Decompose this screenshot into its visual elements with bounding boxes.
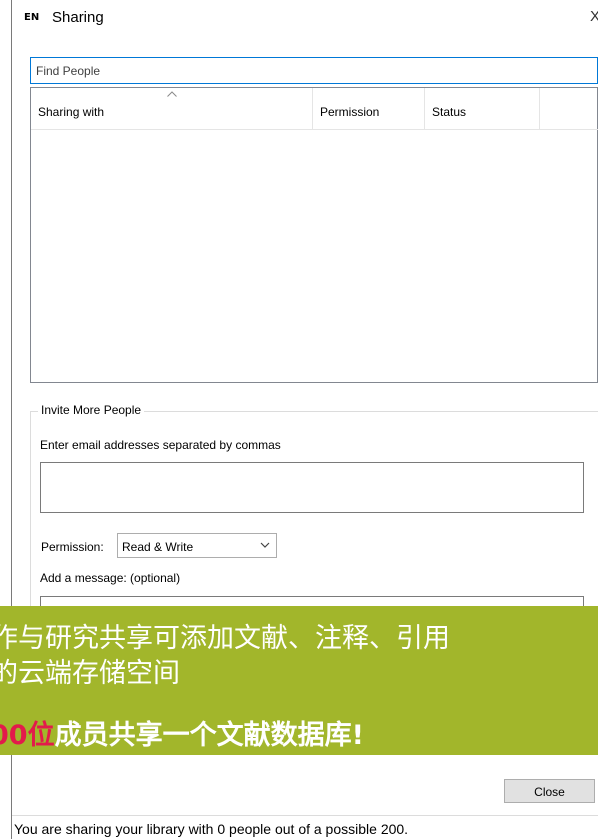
banner-line-1: 作与研究共享可添加文献、注释、引用 bbox=[0, 623, 450, 654]
message-label: Add a message: (optional) bbox=[40, 571, 181, 585]
invite-group-title: Invite More People bbox=[38, 403, 145, 417]
endnote-app-icon: EN bbox=[24, 12, 40, 23]
column-header-status[interactable]: Status bbox=[425, 88, 540, 130]
list-header: Sharing with Permission Status bbox=[31, 88, 598, 130]
sharing-status-text: You are sharing your library with 0 peop… bbox=[14, 821, 409, 837]
permission-label: Permission: bbox=[41, 540, 104, 554]
permission-dropdown[interactable]: Read & Write bbox=[117, 533, 277, 558]
banner-line-2: 的云端存储空间 bbox=[0, 658, 180, 689]
email-addresses-input[interactable] bbox=[40, 462, 584, 513]
close-button[interactable]: Close bbox=[504, 779, 595, 803]
column-header-filler bbox=[540, 88, 598, 130]
column-header-sharing-with[interactable]: Sharing with bbox=[31, 88, 313, 130]
window-title: Sharing bbox=[52, 9, 104, 26]
column-label-permission: Permission bbox=[320, 105, 380, 119]
email-label: Enter email addresses separated by comma… bbox=[40, 438, 281, 452]
chevron-down-icon bbox=[260, 542, 270, 548]
column-label-status: Status bbox=[432, 105, 467, 119]
column-header-permission[interactable]: Permission bbox=[313, 88, 425, 130]
close-window-icon[interactable]: X bbox=[590, 8, 598, 25]
banner-line-3: 00位成员共享一个文献数据库! bbox=[0, 713, 364, 752]
sharing-list[interactable]: Sharing with Permission Status bbox=[30, 87, 598, 383]
promo-banner-overlay: 作与研究共享可添加文献、注释、引用 的云端存储空间 00位成员共享一个文献数据库… bbox=[0, 606, 598, 755]
sharing-window: EN Sharing X Find People Sharing with Pe… bbox=[0, 0, 598, 839]
banner-line-3-text: 成员共享一个文献数据库! bbox=[54, 720, 364, 751]
title-bar: EN Sharing X bbox=[12, 0, 598, 44]
banner-accent-number: 00位 bbox=[0, 720, 55, 751]
sort-ascending-icon bbox=[167, 91, 177, 97]
find-people-input[interactable]: Find People bbox=[30, 57, 598, 84]
permission-value: Read & Write bbox=[122, 540, 194, 554]
status-bar: You are sharing your library with 0 peop… bbox=[12, 815, 598, 839]
column-label-sharing-with: Sharing with bbox=[38, 105, 105, 119]
